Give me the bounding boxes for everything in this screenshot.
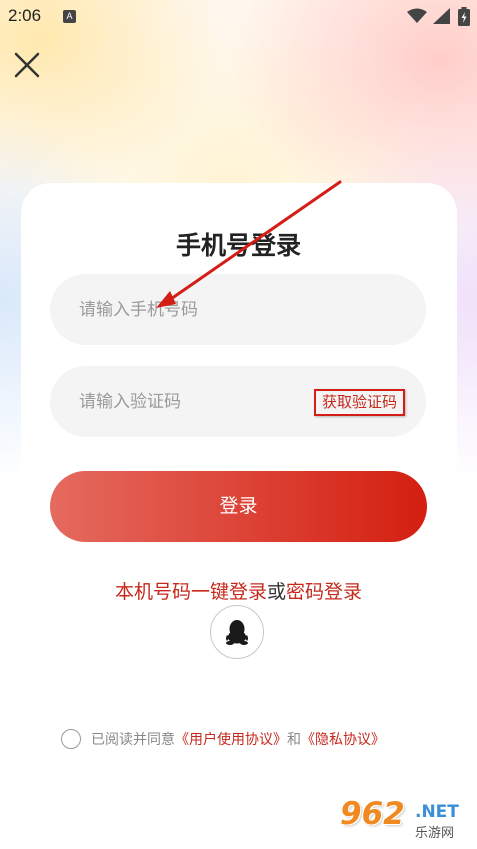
- watermark: 962 .NET 乐游网: [340, 796, 472, 846]
- privacy-agreement-link[interactable]: 《隐私协议》: [301, 729, 385, 749]
- one-click-login-link[interactable]: 本机号码一键登录: [115, 581, 267, 603]
- close-button[interactable]: [12, 50, 42, 80]
- phone-field[interactable]: [50, 274, 426, 345]
- page-title: 手机号登录: [175, 231, 301, 260]
- battery-icon: [458, 7, 470, 26]
- qq-login-button[interactable]: [210, 605, 264, 659]
- user-agreement-link[interactable]: 《用户使用协议》: [175, 729, 287, 749]
- agreement-and: 和: [287, 732, 301, 748]
- signal-icon: [433, 8, 450, 24]
- agreement-checkbox[interactable]: [61, 729, 81, 749]
- verification-code-input[interactable]: [77, 390, 301, 413]
- get-code-button[interactable]: 获取验证码: [314, 389, 405, 416]
- qq-penguin-icon: [226, 620, 248, 645]
- alt-login-or: 或: [266, 581, 286, 603]
- notification-icon: A: [63, 10, 76, 23]
- agreement-row: 已阅读并同意 《用户使用协议》 和 《隐私协议》: [61, 727, 385, 751]
- watermark-suffix: .NET: [415, 802, 459, 822]
- login-button[interactable]: 登录: [50, 471, 427, 542]
- status-bar: 2:06 A: [0, 0, 477, 34]
- phone-input[interactable]: [77, 298, 301, 321]
- agreement-prefix: 已阅读并同意: [91, 732, 175, 748]
- status-time: 2:06: [8, 6, 42, 25]
- alt-login-links: 本机号码一键登录或密码登录: [0, 577, 477, 604]
- close-icon: [14, 52, 40, 78]
- watermark-site: 乐游网: [415, 826, 455, 841]
- watermark-number: 962: [340, 796, 405, 832]
- password-login-link[interactable]: 密码登录: [286, 581, 362, 603]
- wifi-icon: [407, 8, 427, 23]
